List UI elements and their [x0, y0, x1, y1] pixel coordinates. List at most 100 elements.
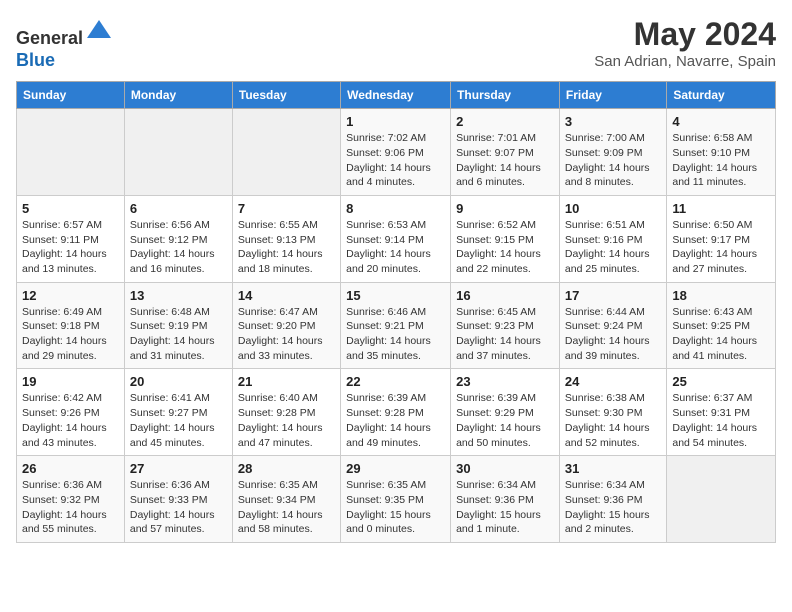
calendar-week-row: 19 Sunrise: 6:42 AMSunset: 9:26 PMDaylig… [17, 369, 776, 456]
weekday-header: Friday [559, 82, 666, 109]
calendar-cell: 7 Sunrise: 6:55 AMSunset: 9:13 PMDayligh… [232, 195, 340, 282]
day-info: Sunrise: 6:48 AMSunset: 9:19 PMDaylight:… [130, 305, 227, 364]
day-number: 8 [346, 201, 445, 216]
day-info: Sunrise: 6:55 AMSunset: 9:13 PMDaylight:… [238, 218, 335, 277]
day-number: 27 [130, 461, 227, 476]
month-title: May 2024 [594, 16, 776, 53]
calendar-cell: 13 Sunrise: 6:48 AMSunset: 9:19 PMDaylig… [124, 282, 232, 369]
day-info: Sunrise: 6:52 AMSunset: 9:15 PMDaylight:… [456, 218, 554, 277]
day-info: Sunrise: 7:01 AMSunset: 9:07 PMDaylight:… [456, 131, 554, 190]
day-info: Sunrise: 6:46 AMSunset: 9:21 PMDaylight:… [346, 305, 445, 364]
day-number: 28 [238, 461, 335, 476]
day-number: 10 [565, 201, 661, 216]
calendar-cell [232, 109, 340, 196]
weekday-header: Thursday [451, 82, 560, 109]
day-info: Sunrise: 6:38 AMSunset: 9:30 PMDaylight:… [565, 391, 661, 450]
calendar-cell [667, 456, 776, 543]
day-number: 21 [238, 374, 335, 389]
day-info: Sunrise: 6:58 AMSunset: 9:10 PMDaylight:… [672, 131, 770, 190]
day-number: 15 [346, 288, 445, 303]
day-info: Sunrise: 6:53 AMSunset: 9:14 PMDaylight:… [346, 218, 445, 277]
day-number: 13 [130, 288, 227, 303]
day-number: 18 [672, 288, 770, 303]
day-info: Sunrise: 6:36 AMSunset: 9:32 PMDaylight:… [22, 478, 119, 537]
day-number: 11 [672, 201, 770, 216]
calendar-cell: 5 Sunrise: 6:57 AMSunset: 9:11 PMDayligh… [17, 195, 125, 282]
day-info: Sunrise: 6:39 AMSunset: 9:29 PMDaylight:… [456, 391, 554, 450]
day-number: 19 [22, 374, 119, 389]
calendar-cell: 22 Sunrise: 6:39 AMSunset: 9:28 PMDaylig… [341, 369, 451, 456]
day-number: 26 [22, 461, 119, 476]
day-number: 23 [456, 374, 554, 389]
day-number: 29 [346, 461, 445, 476]
weekday-header: Wednesday [341, 82, 451, 109]
day-number: 14 [238, 288, 335, 303]
day-info: Sunrise: 7:00 AMSunset: 9:09 PMDaylight:… [565, 131, 661, 190]
calendar-cell: 8 Sunrise: 6:53 AMSunset: 9:14 PMDayligh… [341, 195, 451, 282]
day-number: 7 [238, 201, 335, 216]
day-number: 30 [456, 461, 554, 476]
day-info: Sunrise: 6:42 AMSunset: 9:26 PMDaylight:… [22, 391, 119, 450]
calendar-cell: 15 Sunrise: 6:46 AMSunset: 9:21 PMDaylig… [341, 282, 451, 369]
day-info: Sunrise: 6:49 AMSunset: 9:18 PMDaylight:… [22, 305, 119, 364]
calendar-cell: 18 Sunrise: 6:43 AMSunset: 9:25 PMDaylig… [667, 282, 776, 369]
day-number: 4 [672, 114, 770, 129]
calendar-cell: 10 Sunrise: 6:51 AMSunset: 9:16 PMDaylig… [559, 195, 666, 282]
calendar-cell: 29 Sunrise: 6:35 AMSunset: 9:35 PMDaylig… [341, 456, 451, 543]
calendar-cell: 28 Sunrise: 6:35 AMSunset: 9:34 PMDaylig… [232, 456, 340, 543]
calendar-cell [124, 109, 232, 196]
day-info: Sunrise: 6:35 AMSunset: 9:34 PMDaylight:… [238, 478, 335, 537]
day-info: Sunrise: 6:40 AMSunset: 9:28 PMDaylight:… [238, 391, 335, 450]
calendar-header-row: SundayMondayTuesdayWednesdayThursdayFrid… [17, 82, 776, 109]
calendar-cell: 30 Sunrise: 6:34 AMSunset: 9:36 PMDaylig… [451, 456, 560, 543]
calendar-cell: 9 Sunrise: 6:52 AMSunset: 9:15 PMDayligh… [451, 195, 560, 282]
calendar-week-row: 1 Sunrise: 7:02 AMSunset: 9:06 PMDayligh… [17, 109, 776, 196]
calendar-cell: 24 Sunrise: 6:38 AMSunset: 9:30 PMDaylig… [559, 369, 666, 456]
logo: General Blue [16, 16, 113, 71]
location: San Adrian, Navarre, Spain [594, 53, 776, 70]
day-info: Sunrise: 6:50 AMSunset: 9:17 PMDaylight:… [672, 218, 770, 277]
title-block: May 2024 San Adrian, Navarre, Spain [594, 16, 776, 70]
day-info: Sunrise: 6:51 AMSunset: 9:16 PMDaylight:… [565, 218, 661, 277]
day-number: 22 [346, 374, 445, 389]
calendar-cell: 6 Sunrise: 6:56 AMSunset: 9:12 PMDayligh… [124, 195, 232, 282]
day-info: Sunrise: 6:44 AMSunset: 9:24 PMDaylight:… [565, 305, 661, 364]
calendar-body: 1 Sunrise: 7:02 AMSunset: 9:06 PMDayligh… [17, 109, 776, 543]
page-header: General Blue May 2024 San Adrian, Navarr… [16, 16, 776, 71]
weekday-header: Monday [124, 82, 232, 109]
day-number: 20 [130, 374, 227, 389]
calendar-week-row: 5 Sunrise: 6:57 AMSunset: 9:11 PMDayligh… [17, 195, 776, 282]
day-info: Sunrise: 6:39 AMSunset: 9:28 PMDaylight:… [346, 391, 445, 450]
day-number: 24 [565, 374, 661, 389]
logo-icon [85, 16, 113, 44]
calendar-cell [17, 109, 125, 196]
calendar-cell: 12 Sunrise: 6:49 AMSunset: 9:18 PMDaylig… [17, 282, 125, 369]
weekday-header: Saturday [667, 82, 776, 109]
day-number: 2 [456, 114, 554, 129]
day-number: 9 [456, 201, 554, 216]
day-number: 5 [22, 201, 119, 216]
weekday-header: Tuesday [232, 82, 340, 109]
calendar-cell: 1 Sunrise: 7:02 AMSunset: 9:06 PMDayligh… [341, 109, 451, 196]
calendar-cell: 16 Sunrise: 6:45 AMSunset: 9:23 PMDaylig… [451, 282, 560, 369]
day-info: Sunrise: 6:57 AMSunset: 9:11 PMDaylight:… [22, 218, 119, 277]
weekday-header: Sunday [17, 82, 125, 109]
day-number: 25 [672, 374, 770, 389]
day-number: 1 [346, 114, 445, 129]
calendar-cell: 20 Sunrise: 6:41 AMSunset: 9:27 PMDaylig… [124, 369, 232, 456]
day-info: Sunrise: 6:43 AMSunset: 9:25 PMDaylight:… [672, 305, 770, 364]
day-info: Sunrise: 6:56 AMSunset: 9:12 PMDaylight:… [130, 218, 227, 277]
calendar-week-row: 26 Sunrise: 6:36 AMSunset: 9:32 PMDaylig… [17, 456, 776, 543]
calendar-table: SundayMondayTuesdayWednesdayThursdayFrid… [16, 81, 776, 543]
day-info: Sunrise: 7:02 AMSunset: 9:06 PMDaylight:… [346, 131, 445, 190]
calendar-cell: 23 Sunrise: 6:39 AMSunset: 9:29 PMDaylig… [451, 369, 560, 456]
calendar-cell: 25 Sunrise: 6:37 AMSunset: 9:31 PMDaylig… [667, 369, 776, 456]
calendar-cell: 26 Sunrise: 6:36 AMSunset: 9:32 PMDaylig… [17, 456, 125, 543]
day-number: 16 [456, 288, 554, 303]
calendar-cell: 14 Sunrise: 6:47 AMSunset: 9:20 PMDaylig… [232, 282, 340, 369]
calendar-cell: 4 Sunrise: 6:58 AMSunset: 9:10 PMDayligh… [667, 109, 776, 196]
day-info: Sunrise: 6:37 AMSunset: 9:31 PMDaylight:… [672, 391, 770, 450]
logo-blue: Blue [16, 50, 55, 70]
calendar-week-row: 12 Sunrise: 6:49 AMSunset: 9:18 PMDaylig… [17, 282, 776, 369]
calendar-cell: 17 Sunrise: 6:44 AMSunset: 9:24 PMDaylig… [559, 282, 666, 369]
